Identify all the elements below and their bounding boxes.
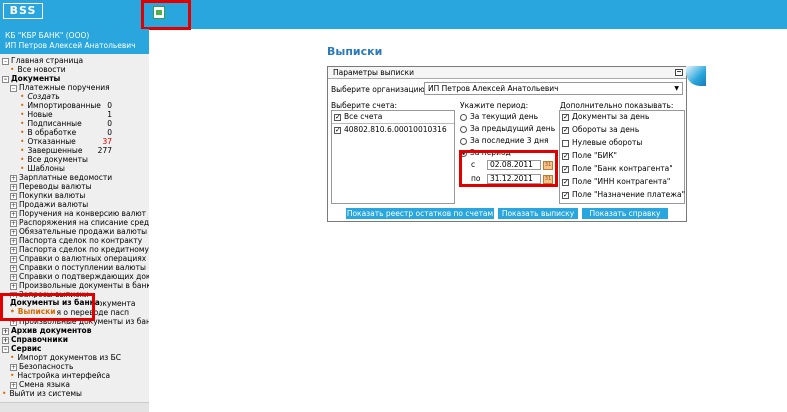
client-info: КБ "КБР БАНК" (ООО) ИП Петров Алексей Ан… bbox=[0, 29, 149, 54]
radio-icon bbox=[460, 125, 467, 133]
opt-payment-purpose[interactable]: ✓ Поле "Назначение платежа" bbox=[562, 190, 685, 200]
radio-icon bbox=[460, 113, 467, 121]
show-statement-button[interactable]: Показать выписку bbox=[498, 208, 578, 219]
panel-header: Параметры выписки bbox=[328, 67, 686, 79]
highlight-period bbox=[459, 150, 558, 187]
panel-title: Параметры выписки bbox=[333, 68, 414, 77]
minimize-icon[interactable] bbox=[675, 69, 683, 76]
checkbox-icon: ✓ bbox=[334, 125, 341, 134]
top-bar: BSS bbox=[0, 0, 787, 29]
period-label: Укажите период: bbox=[460, 101, 529, 110]
chevron-down-icon[interactable]: ▼ bbox=[674, 83, 679, 94]
sidebar-tree: – Главная страница • Все новости – Документ… bbox=[0, 54, 149, 412]
period-today[interactable]: За текущий день bbox=[460, 112, 538, 122]
bank-name: КБ "КБР БАНК" (ООО) bbox=[5, 31, 90, 40]
opt-turnover-per-day[interactable]: ✓ Обороты за день bbox=[562, 125, 639, 135]
period-yesterday[interactable]: За предыдущий день bbox=[460, 124, 555, 134]
sidebar-scrollbar[interactable] bbox=[0, 402, 149, 412]
account-checkbox[interactable]: ✓ 40802.810.6.00010010316 bbox=[334, 125, 447, 135]
org-label: Выберите организацию: bbox=[331, 85, 428, 94]
checkbox-icon: ✓ bbox=[334, 112, 341, 121]
opt-zero-turnover[interactable]: Нулевые обороты bbox=[562, 138, 642, 148]
corner-decoration bbox=[686, 66, 706, 86]
sidebar-item-logout[interactable]: • Выйти из системы bbox=[2, 389, 82, 399]
highlight-statements bbox=[0, 293, 95, 321]
opt-bik[interactable]: ✓ Поле "БИК" bbox=[562, 151, 617, 161]
opt-counterparty-inn[interactable]: ✓ Поле "ИНН контрагента" bbox=[562, 177, 670, 187]
all-accounts-checkbox[interactable]: ✓ Все счета bbox=[334, 112, 382, 122]
highlight-toolbar-icon bbox=[141, 0, 191, 30]
opt-counterparty-bank[interactable]: ✓ Поле "Банк контрагента" bbox=[562, 164, 673, 174]
period-last-3-days[interactable]: За последние 3 дня bbox=[460, 136, 549, 146]
radio-icon bbox=[460, 137, 467, 145]
org-select[interactable]: ИП Петров Алексей Анатольевич ▼ bbox=[424, 82, 683, 95]
bss-logo: BSS bbox=[3, 3, 43, 19]
extra-label: Дополнительно показывать: bbox=[560, 101, 674, 110]
opt-docs-per-day[interactable]: ✓ Документы за день bbox=[562, 112, 649, 122]
show-balances-button[interactable]: Показать реестр остатков по счетам bbox=[346, 208, 494, 219]
user-name: ИП Петров Алексей Анатольевич bbox=[5, 41, 136, 50]
show-certificate-button[interactable]: Показать справку bbox=[582, 208, 668, 219]
page-title: Выписки bbox=[327, 45, 383, 58]
accounts-label: Выберите счета: bbox=[331, 101, 397, 110]
